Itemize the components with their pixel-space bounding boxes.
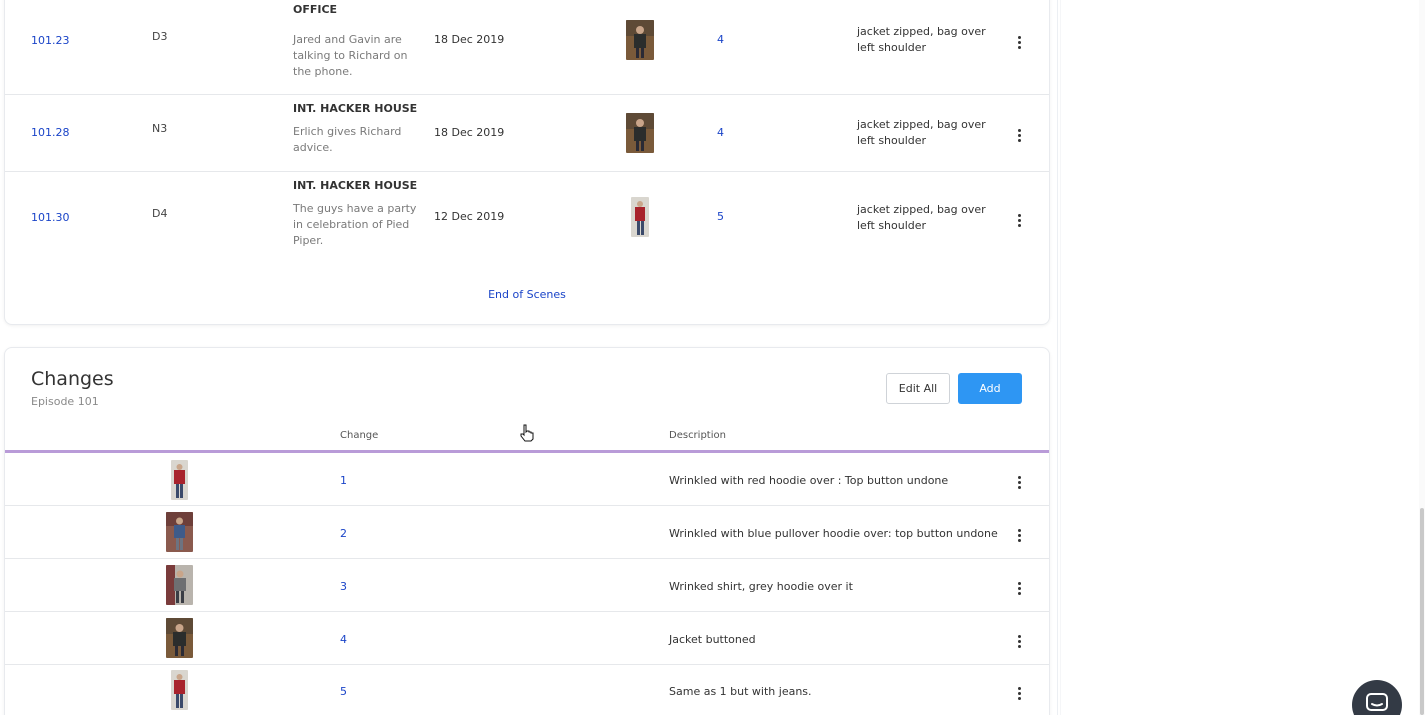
scene-date: 18 Dec 2019 xyxy=(434,33,505,46)
change-number-link[interactable]: 5 xyxy=(340,685,347,698)
change-description: Wrinked shirt, grey hoodie over it xyxy=(669,580,853,593)
scene-note: jacket zipped, bag over left shoulder xyxy=(857,25,986,54)
change-description: Same as 1 but with jeans. xyxy=(669,685,812,698)
more-options-icon[interactable] xyxy=(1015,633,1025,649)
changes-subtitle: Episode 101 xyxy=(31,395,99,408)
column-header-change[interactable]: Change xyxy=(340,430,378,441)
change-number-link[interactable]: 4 xyxy=(340,633,347,646)
scene-look-link[interactable]: 4 xyxy=(717,33,724,46)
scene-heading: INT. HACKER HOUSE xyxy=(293,102,418,115)
column-header-description[interactable]: Description xyxy=(669,430,726,441)
more-options-icon[interactable] xyxy=(1015,580,1025,596)
scene-row[interactable]: 101.28 N3 INT. HACKER HOUSE Erlich gives… xyxy=(5,95,1049,172)
more-options-icon[interactable] xyxy=(1015,34,1025,50)
scene-heading: INT. HACKER HOUSE xyxy=(293,179,418,192)
more-options-icon[interactable] xyxy=(1015,685,1025,701)
scene-description: Erlich gives Richard advice. xyxy=(293,125,402,154)
change-row[interactable]: 1 Wrinkled with red hoodie over : Top bu… xyxy=(5,453,1049,506)
character-photo-icon[interactable] xyxy=(631,197,649,237)
chat-icon xyxy=(1365,692,1389,715)
scenes-card: 101.23 D3 INT. GAVIN BELSON'S OFFICE Jar… xyxy=(4,0,1050,325)
character-photo-icon[interactable] xyxy=(171,670,188,710)
more-options-icon[interactable] xyxy=(1015,212,1025,228)
scene-number-link[interactable]: 101.23 xyxy=(31,34,70,47)
scene-look-link[interactable]: 4 xyxy=(717,126,724,139)
content-divider xyxy=(1057,0,1058,715)
scene-number-link[interactable]: 101.28 xyxy=(31,126,70,139)
change-row[interactable]: 5 Same as 1 but with jeans. xyxy=(5,665,1049,715)
scene-row[interactable]: 101.30 D4 INT. HACKER HOUSE The guys hav… xyxy=(5,172,1049,268)
more-options-icon[interactable] xyxy=(1015,127,1025,143)
scene-heading: INT. GAVIN BELSON'S OFFICE xyxy=(293,0,423,16)
scene-look-link[interactable]: 5 xyxy=(717,210,724,223)
scene-code: N3 xyxy=(152,122,168,135)
add-change-button[interactable]: Add xyxy=(958,373,1022,404)
character-photo-icon[interactable] xyxy=(626,113,654,153)
change-description: Jacket buttoned xyxy=(669,633,756,646)
end-of-scenes-link[interactable]: End of Scenes xyxy=(5,288,1049,301)
hand-pointer-cursor-icon xyxy=(519,424,535,446)
scene-row[interactable]: 101.23 D3 INT. GAVIN BELSON'S OFFICE Jar… xyxy=(5,0,1049,95)
change-row[interactable]: 4 Jacket buttoned xyxy=(5,612,1049,665)
scene-note: jacket zipped, bag over left shoulder xyxy=(857,118,986,147)
changes-title: Changes xyxy=(31,368,114,390)
scene-description: The guys have a party in celebration of … xyxy=(293,202,417,247)
character-photo-icon[interactable] xyxy=(171,460,188,500)
scene-note: jacket zipped, bag over left shoulder xyxy=(857,203,986,232)
scene-description: Jared and Gavin are talking to Richard o… xyxy=(293,33,408,78)
character-photo-icon[interactable] xyxy=(166,618,193,658)
more-options-icon[interactable] xyxy=(1015,527,1025,543)
character-photo-icon[interactable] xyxy=(626,20,654,60)
change-number-link[interactable]: 2 xyxy=(340,527,347,540)
changes-card: Changes Episode 101 Edit All Add Change … xyxy=(4,347,1050,715)
page-scrollbar-thumb[interactable] xyxy=(1420,508,1424,715)
change-description: Wrinkled with red hoodie over : Top butt… xyxy=(669,474,949,487)
scene-code: D3 xyxy=(152,30,168,43)
change-number-link[interactable]: 3 xyxy=(340,580,347,593)
change-row[interactable]: 3 Wrinked shirt, grey hoodie over it xyxy=(5,559,1049,612)
scene-date: 18 Dec 2019 xyxy=(434,126,505,139)
scene-code: D4 xyxy=(152,207,168,220)
edit-all-button[interactable]: Edit All xyxy=(886,373,950,404)
character-photo-icon[interactable] xyxy=(166,512,193,552)
change-number-link[interactable]: 1 xyxy=(340,474,347,487)
character-photo-icon[interactable] xyxy=(166,565,193,605)
change-row[interactable]: 2 Wrinkled with blue pullover hoodie ove… xyxy=(5,506,1049,559)
scene-date: 12 Dec 2019 xyxy=(434,210,505,223)
scene-number-link[interactable]: 101.30 xyxy=(31,211,70,224)
change-description: Wrinkled with blue pullover hoodie over:… xyxy=(669,527,998,540)
more-options-icon[interactable] xyxy=(1015,474,1025,490)
content-divider-secondary xyxy=(1060,0,1061,715)
